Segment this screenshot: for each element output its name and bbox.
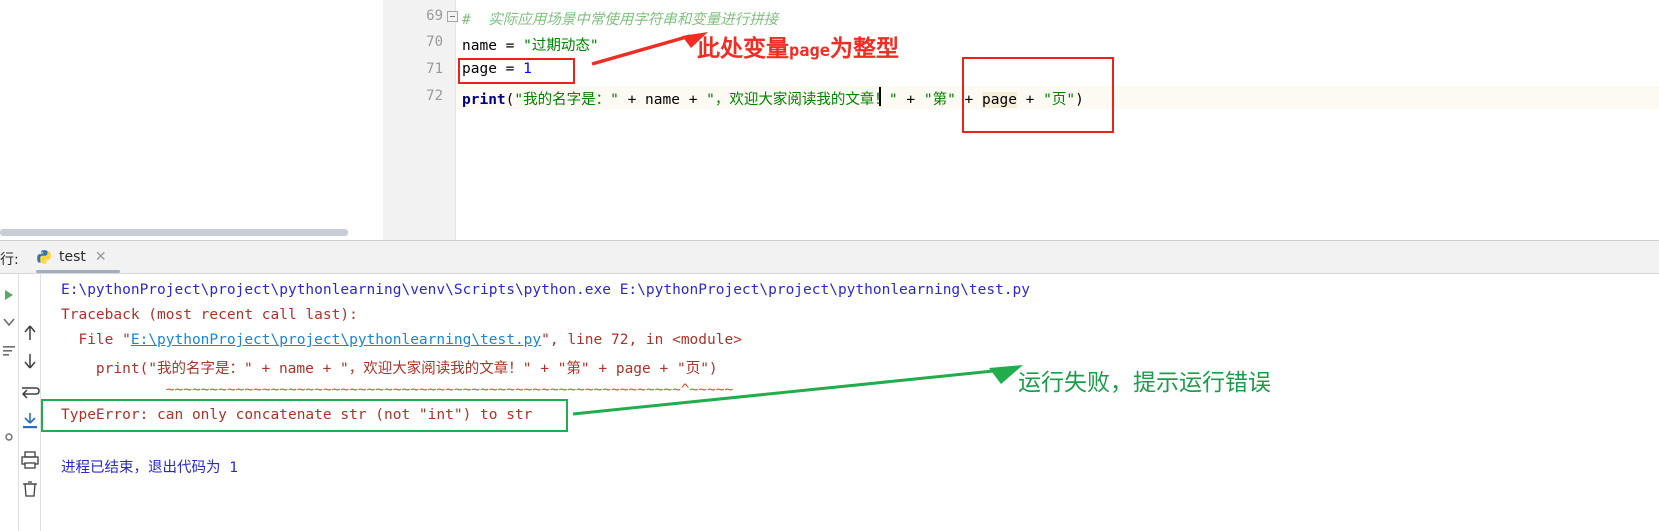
run-tab-active-underline (36, 270, 120, 273)
soft-wrap-icon[interactable] (19, 381, 41, 403)
code-token: "过期动态" (523, 38, 599, 54)
console-line: File "E:\pythonProject\project\pythonlea… (61, 332, 742, 348)
code-token: print (462, 92, 506, 108)
code-token: # 实际应用场景中常使用字符串和变量进行拼接 (462, 12, 779, 28)
run-tool-window-label: 行: (0, 252, 19, 268)
code-token: "第" (923, 92, 956, 108)
code-editor[interactable]: 69 70 71 72 # 实际应用场景中常使用字符串和变量进行拼接 name = "过… (0, 0, 1659, 241)
scroll-up-icon[interactable] (19, 322, 41, 344)
toolbar-divider (18, 274, 19, 531)
run-tool-window-header (0, 241, 1659, 274)
line-number: 71 (426, 61, 443, 77)
console-line: E:\pythonProject\project\pythonlearning\… (61, 282, 1030, 298)
code-token: + name + (618, 92, 707, 108)
line-number: 69 (426, 8, 443, 24)
code-token: "我的名字是：" (514, 92, 619, 108)
console-text: Traceback (most recent call last): (61, 307, 358, 323)
ide-screenshot: 69 70 71 72 # 实际应用场景中常使用字符串和变量进行拼接 name = "过… (0, 0, 1659, 531)
text-caret (879, 87, 881, 106)
filter-small-icon[interactable] (1, 342, 17, 358)
green-arrow-icon (572, 365, 1023, 416)
python-file-icon (36, 249, 52, 265)
console-text: ", line 72, in <module> (541, 332, 742, 348)
line-number: 72 (426, 88, 443, 104)
annotation-text-green: 运行失败，提示运行错误 (1018, 370, 1271, 396)
print-icon[interactable] (19, 449, 41, 471)
red-arrow-icon (591, 32, 708, 66)
console-file-link[interactable]: E:\pythonProject\project\pythonlearning\… (131, 332, 541, 348)
console-text: E:\pythonProject\project\pythonlearning\… (61, 282, 1031, 298)
code-line[interactable]: # 实际应用场景中常使用字符串和变量进行拼接 (462, 8, 778, 29)
scroll-to-end-icon[interactable] (19, 410, 41, 432)
annotation-box-page-concat (962, 57, 1114, 133)
line-number: 70 (426, 34, 443, 50)
console-line: Traceback (most recent call last): (61, 307, 358, 323)
annotation-box-typeerror (41, 399, 568, 432)
settings-small-icon[interactable] (1, 429, 17, 445)
scroll-down-icon[interactable] (19, 350, 41, 372)
run-tab-test[interactable]: test ✕ (30, 241, 113, 273)
annotation-box-page-assignment (458, 58, 575, 84)
editor-hscrollbar-thumb[interactable] (0, 229, 348, 236)
close-icon[interactable]: ✕ (95, 249, 107, 265)
stop-small-icon[interactable] (1, 314, 17, 330)
clear-all-icon[interactable] (19, 478, 41, 500)
code-token: = (505, 38, 524, 54)
console-text: File " (61, 332, 131, 348)
rerun-small-icon[interactable] (1, 287, 17, 303)
annotation-red-code: page (789, 41, 830, 61)
run-tool-window-toolbar[interactable] (0, 274, 41, 531)
code-token: name (462, 38, 506, 54)
code-token: "，欢迎大家阅读我的文章！" (706, 92, 898, 108)
code-line[interactable]: name = "过期动态" (462, 34, 599, 55)
annotation-text-red: 此处变量page为整型 (697, 29, 899, 63)
annotation-red-prefix: 此处变量 (697, 36, 789, 62)
annotation-red-suffix: 为整型 (829, 36, 899, 62)
code-fold-marker-icon[interactable] (447, 11, 458, 22)
console-text: 进程已结束，退出代码为 1 (61, 460, 238, 476)
code-token: + (897, 92, 924, 108)
run-tab-label: test (59, 249, 86, 265)
console-line: 进程已结束，退出代码为 1 (61, 456, 238, 477)
